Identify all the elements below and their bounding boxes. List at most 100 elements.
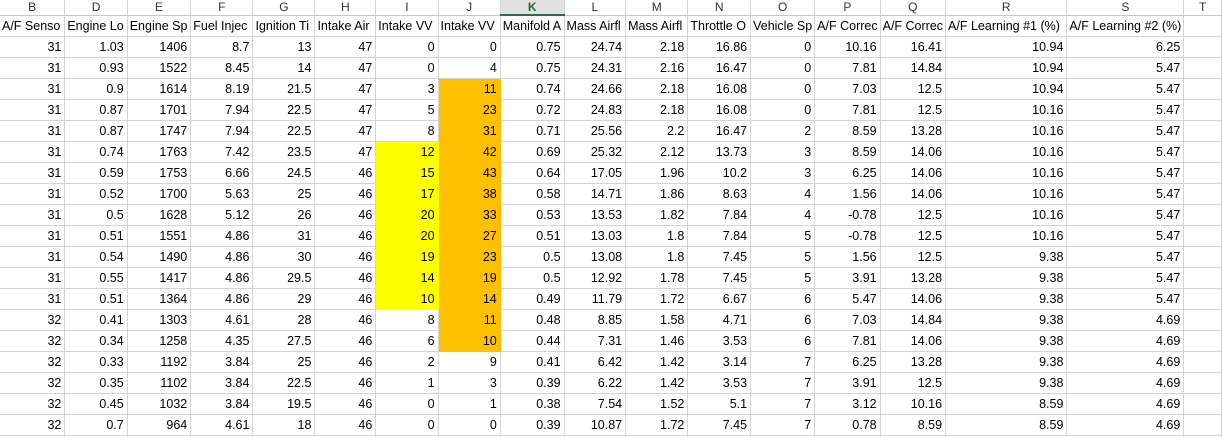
grid-cell[interactable]: 1.42: [625, 372, 689, 394]
column-header-k[interactable]: K: [500, 0, 565, 16]
grid-cell[interactable]: 7.81: [814, 99, 881, 121]
grid-cell[interactable]: 2.12: [625, 141, 689, 163]
grid-cell[interactable]: 6: [750, 330, 816, 352]
grid-cell[interactable]: 5.47: [1066, 288, 1185, 310]
grid-cell[interactable]: 0.41: [64, 309, 128, 331]
grid-cell[interactable]: 0.75: [500, 36, 565, 58]
grid-cell[interactable]: 4.69: [1066, 372, 1185, 394]
grid-cell[interactable]: 3.53: [687, 372, 752, 394]
grid-cell[interactable]: 5.47: [1066, 57, 1185, 79]
grid-cell[interactable]: 4.61: [190, 414, 254, 436]
grid-cell[interactable]: 22.5: [252, 99, 316, 121]
grid-cell[interactable]: 31: [438, 120, 501, 142]
grid-cell[interactable]: 46: [314, 372, 377, 394]
grid-cell[interactable]: 15: [375, 162, 439, 184]
column-header-i[interactable]: I: [375, 0, 439, 16]
grid-cell[interactable]: 46: [314, 183, 377, 205]
grid-cell[interactable]: 1.52: [625, 393, 689, 415]
grid-cell[interactable]: 31: [0, 204, 66, 226]
grid-cell[interactable]: 0.74: [500, 78, 565, 100]
grid-cell[interactable]: 1.78: [625, 267, 689, 289]
grid-cell[interactable]: 1.86: [625, 183, 689, 205]
grid-cell[interactable]: 1.56: [814, 183, 881, 205]
grid-cell[interactable]: 13.53: [564, 204, 627, 226]
grid-cell[interactable]: 5: [375, 99, 439, 121]
grid-cell[interactable]: 1.96: [625, 162, 689, 184]
grid-cell[interactable]: 1747: [127, 120, 192, 142]
grid-cell[interactable]: 8.59: [945, 414, 1068, 436]
grid-cell[interactable]: 0.52: [64, 183, 128, 205]
grid-cell[interactable]: 1192: [127, 351, 192, 373]
grid-cell[interactable]: 0.72: [500, 99, 565, 121]
grid-cell[interactable]: 2: [375, 351, 439, 373]
grid-cell[interactable]: 10.16: [945, 162, 1068, 184]
grid-cell[interactable]: 32: [0, 330, 66, 352]
grid-cell[interactable]: 16.86: [687, 36, 752, 58]
grid-cell[interactable]: 24.74: [564, 36, 627, 58]
grid-cell[interactable]: 14.84: [880, 309, 947, 331]
field-header-cell[interactable]: A/F Correc: [880, 15, 947, 37]
grid-cell[interactable]: 31: [0, 120, 66, 142]
grid-cell[interactable]: 9.38: [945, 246, 1068, 268]
grid-cell[interactable]: [1183, 267, 1222, 289]
grid-cell[interactable]: 46: [314, 225, 377, 247]
grid-cell[interactable]: 5: [750, 225, 816, 247]
grid-cell[interactable]: 24.66: [564, 78, 627, 100]
grid-cell[interactable]: 11.79: [564, 288, 627, 310]
field-header-cell[interactable]: Ignition Ti: [252, 15, 316, 37]
grid-cell[interactable]: 10.94: [945, 57, 1068, 79]
grid-cell[interactable]: 7.42: [190, 141, 254, 163]
column-header-j[interactable]: J: [438, 0, 501, 16]
grid-cell[interactable]: 5.47: [1066, 162, 1185, 184]
grid-cell[interactable]: 0.49: [500, 288, 565, 310]
grid-cell[interactable]: 46: [314, 267, 377, 289]
grid-cell[interactable]: 47: [314, 141, 377, 163]
grid-cell[interactable]: 7.84: [687, 225, 752, 247]
grid-cell[interactable]: 5.47: [1066, 99, 1185, 121]
grid-cell[interactable]: [1183, 204, 1222, 226]
grid-cell[interactable]: 7: [750, 414, 816, 436]
grid-cell[interactable]: 19: [375, 246, 439, 268]
grid-cell[interactable]: 0.55: [64, 267, 128, 289]
grid-cell[interactable]: 2: [750, 120, 816, 142]
grid-cell[interactable]: 0.33: [64, 351, 128, 373]
grid-cell[interactable]: 46: [314, 393, 377, 415]
grid-cell[interactable]: 13.73: [687, 141, 752, 163]
grid-cell[interactable]: 29.5: [252, 267, 316, 289]
grid-cell[interactable]: 1614: [127, 78, 192, 100]
grid-cell[interactable]: 0.34: [64, 330, 128, 352]
grid-cell[interactable]: 5.47: [814, 288, 881, 310]
grid-cell[interactable]: 1303: [127, 309, 192, 331]
grid-cell[interactable]: 6.22: [564, 372, 627, 394]
grid-cell[interactable]: 3.84: [190, 351, 254, 373]
grid-cell[interactable]: 4: [438, 57, 501, 79]
grid-cell[interactable]: 14.71: [564, 183, 627, 205]
grid-cell[interactable]: 14.06: [880, 141, 947, 163]
grid-cell[interactable]: 0.9: [64, 78, 128, 100]
grid-cell[interactable]: 1700: [127, 183, 192, 205]
grid-cell[interactable]: 32: [0, 309, 66, 331]
column-header-d[interactable]: D: [64, 0, 128, 16]
grid-cell[interactable]: 32: [0, 372, 66, 394]
grid-cell[interactable]: 3: [750, 162, 816, 184]
grid-cell[interactable]: 1417: [127, 267, 192, 289]
grid-cell[interactable]: 5.1: [687, 393, 752, 415]
grid-cell[interactable]: 1763: [127, 141, 192, 163]
grid-cell[interactable]: 24.5: [252, 162, 316, 184]
column-header-t[interactable]: T: [1183, 0, 1222, 16]
grid-cell[interactable]: 3.91: [814, 372, 881, 394]
grid-cell[interactable]: [1183, 99, 1222, 121]
field-header-cell[interactable]: Intake VV: [438, 15, 501, 37]
grid-cell[interactable]: 1406: [127, 36, 192, 58]
grid-cell[interactable]: 0: [750, 78, 816, 100]
grid-cell[interactable]: 0.87: [64, 120, 128, 142]
grid-cell[interactable]: 3.91: [814, 267, 881, 289]
column-header-n[interactable]: N: [687, 0, 752, 16]
grid-cell[interactable]: 4.61: [190, 309, 254, 331]
grid-cell[interactable]: 31: [0, 78, 66, 100]
grid-cell[interactable]: 31: [252, 225, 316, 247]
grid-cell[interactable]: 46: [314, 351, 377, 373]
grid-cell[interactable]: 6.42: [564, 351, 627, 373]
grid-cell[interactable]: 4.69: [1066, 330, 1185, 352]
grid-cell[interactable]: 0: [750, 36, 816, 58]
